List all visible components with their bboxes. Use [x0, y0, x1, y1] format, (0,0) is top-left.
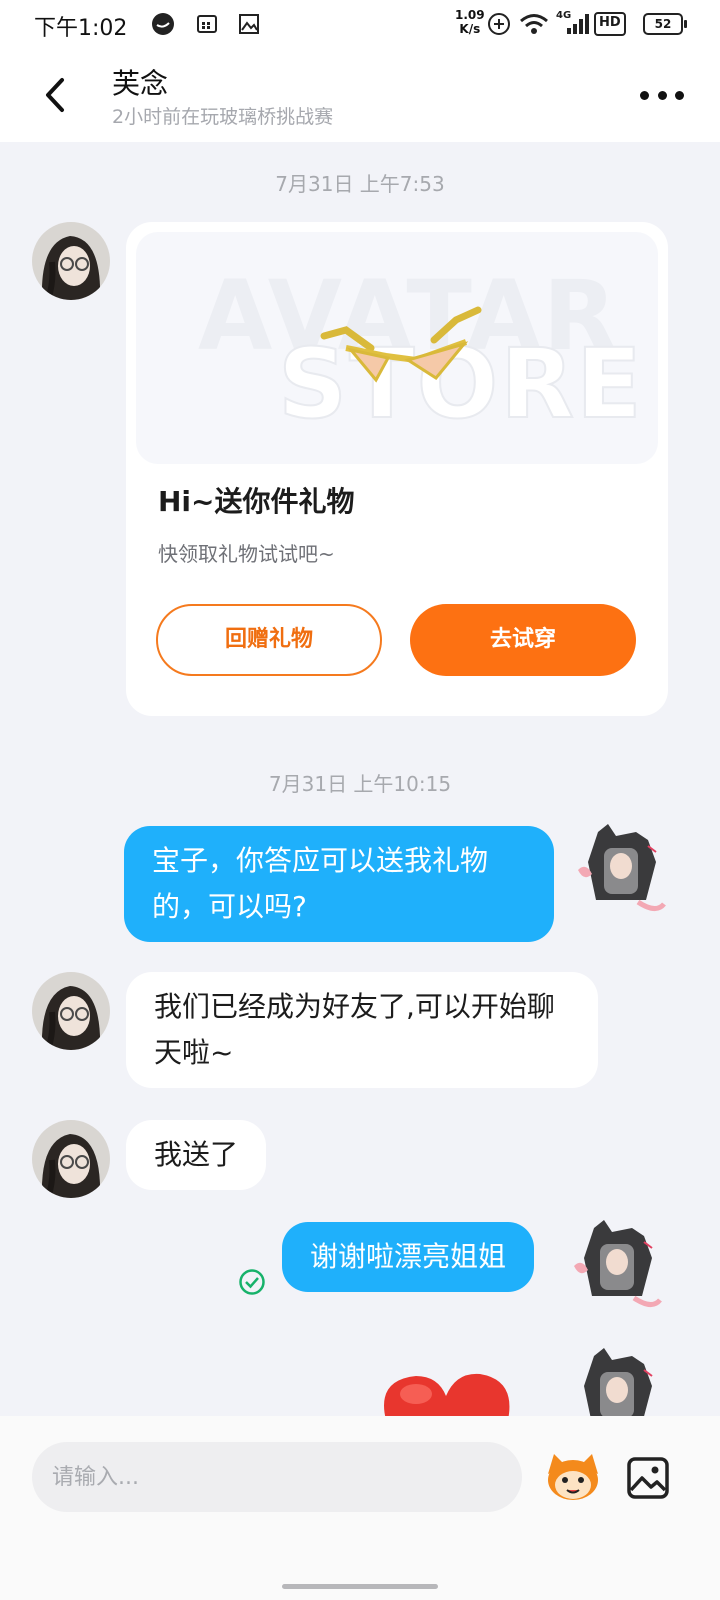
network-speed: 1.09 K/s	[455, 8, 485, 36]
gallery-icon	[239, 14, 259, 34]
dot-icon	[675, 90, 684, 100]
chevron-left-icon	[46, 78, 64, 112]
gift-banner: AVATAR STORE	[136, 232, 658, 464]
image-picker-icon[interactable]	[626, 1456, 670, 1500]
message-timestamp: 7月31日 上午10:15	[268, 772, 452, 796]
message-bubble-incoming[interactable]: 我们已经成为好友了,可以开始聊天啦~	[126, 972, 598, 1088]
message-input-bar	[0, 1416, 720, 1600]
message-bubble-incoming[interactable]: 我送了	[126, 1120, 267, 1190]
message-bubble-outgoing[interactable]: 谢谢啦漂亮姐姐	[282, 1222, 535, 1292]
status-bar: 下午1:02 1.09 K/s 4G HD 52	[0, 0, 720, 50]
my-avatar[interactable]	[572, 1218, 664, 1310]
data-saver-icon	[488, 13, 510, 35]
message-bubble-outgoing[interactable]: 宝子，你答应可以送我礼物的，可以吗?	[124, 826, 554, 942]
contact-avatar[interactable]	[32, 972, 110, 1050]
calendar-icon	[197, 15, 217, 33]
hd-badge: HD	[594, 12, 626, 36]
message-timestamp: 7月31日 上午7:53	[275, 172, 445, 196]
emoji-sticker-icon[interactable]	[544, 1452, 602, 1502]
status-time: 下午1:02	[34, 16, 128, 41]
gift-title: Hi~送你件礼物	[158, 485, 355, 518]
wifi-icon	[520, 14, 548, 34]
heart-sticker-icon[interactable]	[376, 1360, 516, 1420]
return-gift-button[interactable]: 回赠礼物	[156, 604, 382, 676]
message-input[interactable]	[32, 1442, 522, 1512]
contact-avatar[interactable]	[32, 222, 110, 300]
my-avatar[interactable]	[572, 1346, 664, 1416]
back-button[interactable]	[30, 70, 80, 120]
dot-icon	[657, 90, 667, 100]
read-check-icon	[239, 1269, 265, 1295]
chat-bubble-icon	[152, 13, 174, 35]
gift-card[interactable]: AVATAR STORE Hi~送你件礼物 快领取礼物试试吧~ 回赠礼物 去试穿	[126, 222, 668, 716]
my-avatar[interactable]	[576, 822, 668, 914]
more-options-button[interactable]	[640, 80, 684, 110]
chat-header: 芙念 2小时前在玩玻璃桥挑战赛	[0, 50, 720, 142]
gift-subtitle: 快领取礼物试试吧~	[158, 542, 335, 566]
contact-activity-status: 2小时前在玩玻璃桥挑战赛	[112, 106, 334, 128]
try-on-button[interactable]: 去试穿	[410, 604, 636, 676]
home-indicator[interactable]	[282, 1584, 438, 1589]
contact-avatar[interactable]	[32, 1120, 110, 1198]
sunglasses-gift-icon	[320, 306, 482, 383]
battery-indicator: 52	[643, 13, 687, 35]
dot-icon	[640, 90, 649, 100]
contact-name: 芙念	[112, 67, 169, 100]
signal-icon	[567, 14, 589, 34]
